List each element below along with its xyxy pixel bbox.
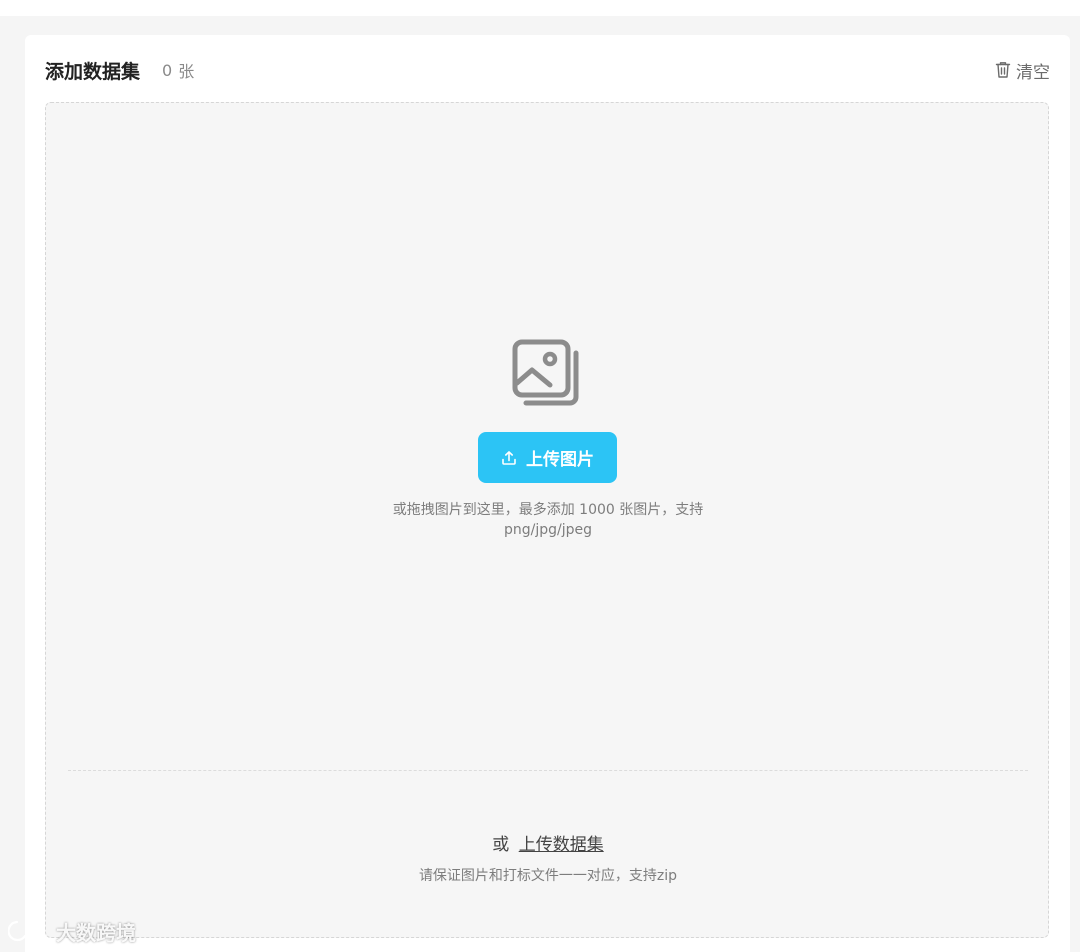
watermark: 大数跨境 xyxy=(8,916,136,946)
image-count: 0 张 xyxy=(162,58,194,82)
clear-button-label: 清空 xyxy=(1016,62,1050,83)
logo-icon xyxy=(8,920,46,942)
dataset-hint: 请保证图片和打标文件一一对应，支持zip xyxy=(418,868,678,884)
upload-dataset-link[interactable]: 上传数据集 xyxy=(519,835,604,855)
image-stack-icon xyxy=(512,339,579,406)
image-count-value: 0 xyxy=(162,60,173,80)
clear-button[interactable]: 清空 xyxy=(995,58,1050,83)
trash-icon xyxy=(995,62,1011,78)
alt-upload-prefix: 或 xyxy=(492,835,510,855)
upload-image-button[interactable]: 上传图片 xyxy=(478,432,617,483)
dataset-card: 添加数据集 0 张 清空 上传图片 或拖拽图片到这里，最多添加 1000 张图片… xyxy=(25,35,1070,952)
upload-hint: 或拖拽图片到这里，最多添加 1000 张图片，支持 png/jpg/jpeg xyxy=(246,500,850,540)
page-title: 添加数据集 xyxy=(45,60,141,83)
upload-dropzone[interactable]: 上传图片 或拖拽图片到这里，最多添加 1000 张图片，支持 png/jpg/j… xyxy=(45,102,1049,938)
alt-upload-line: 或 上传数据集 xyxy=(246,830,850,855)
top-bar xyxy=(0,0,1080,16)
upload-hint-line1: 或拖拽图片到这里，最多添加 1000 张图片，支持 xyxy=(392,502,704,518)
watermark-text: 大数跨境 xyxy=(56,920,136,945)
upload-hint-line2: png/jpg/jpeg xyxy=(503,522,593,538)
image-count-unit: 张 xyxy=(178,62,195,81)
card-header: 添加数据集 0 张 清空 xyxy=(45,55,1050,85)
dropzone-divider xyxy=(68,770,1028,771)
upload-icon xyxy=(502,450,516,465)
upload-image-button-label: 上传图片 xyxy=(526,450,594,470)
